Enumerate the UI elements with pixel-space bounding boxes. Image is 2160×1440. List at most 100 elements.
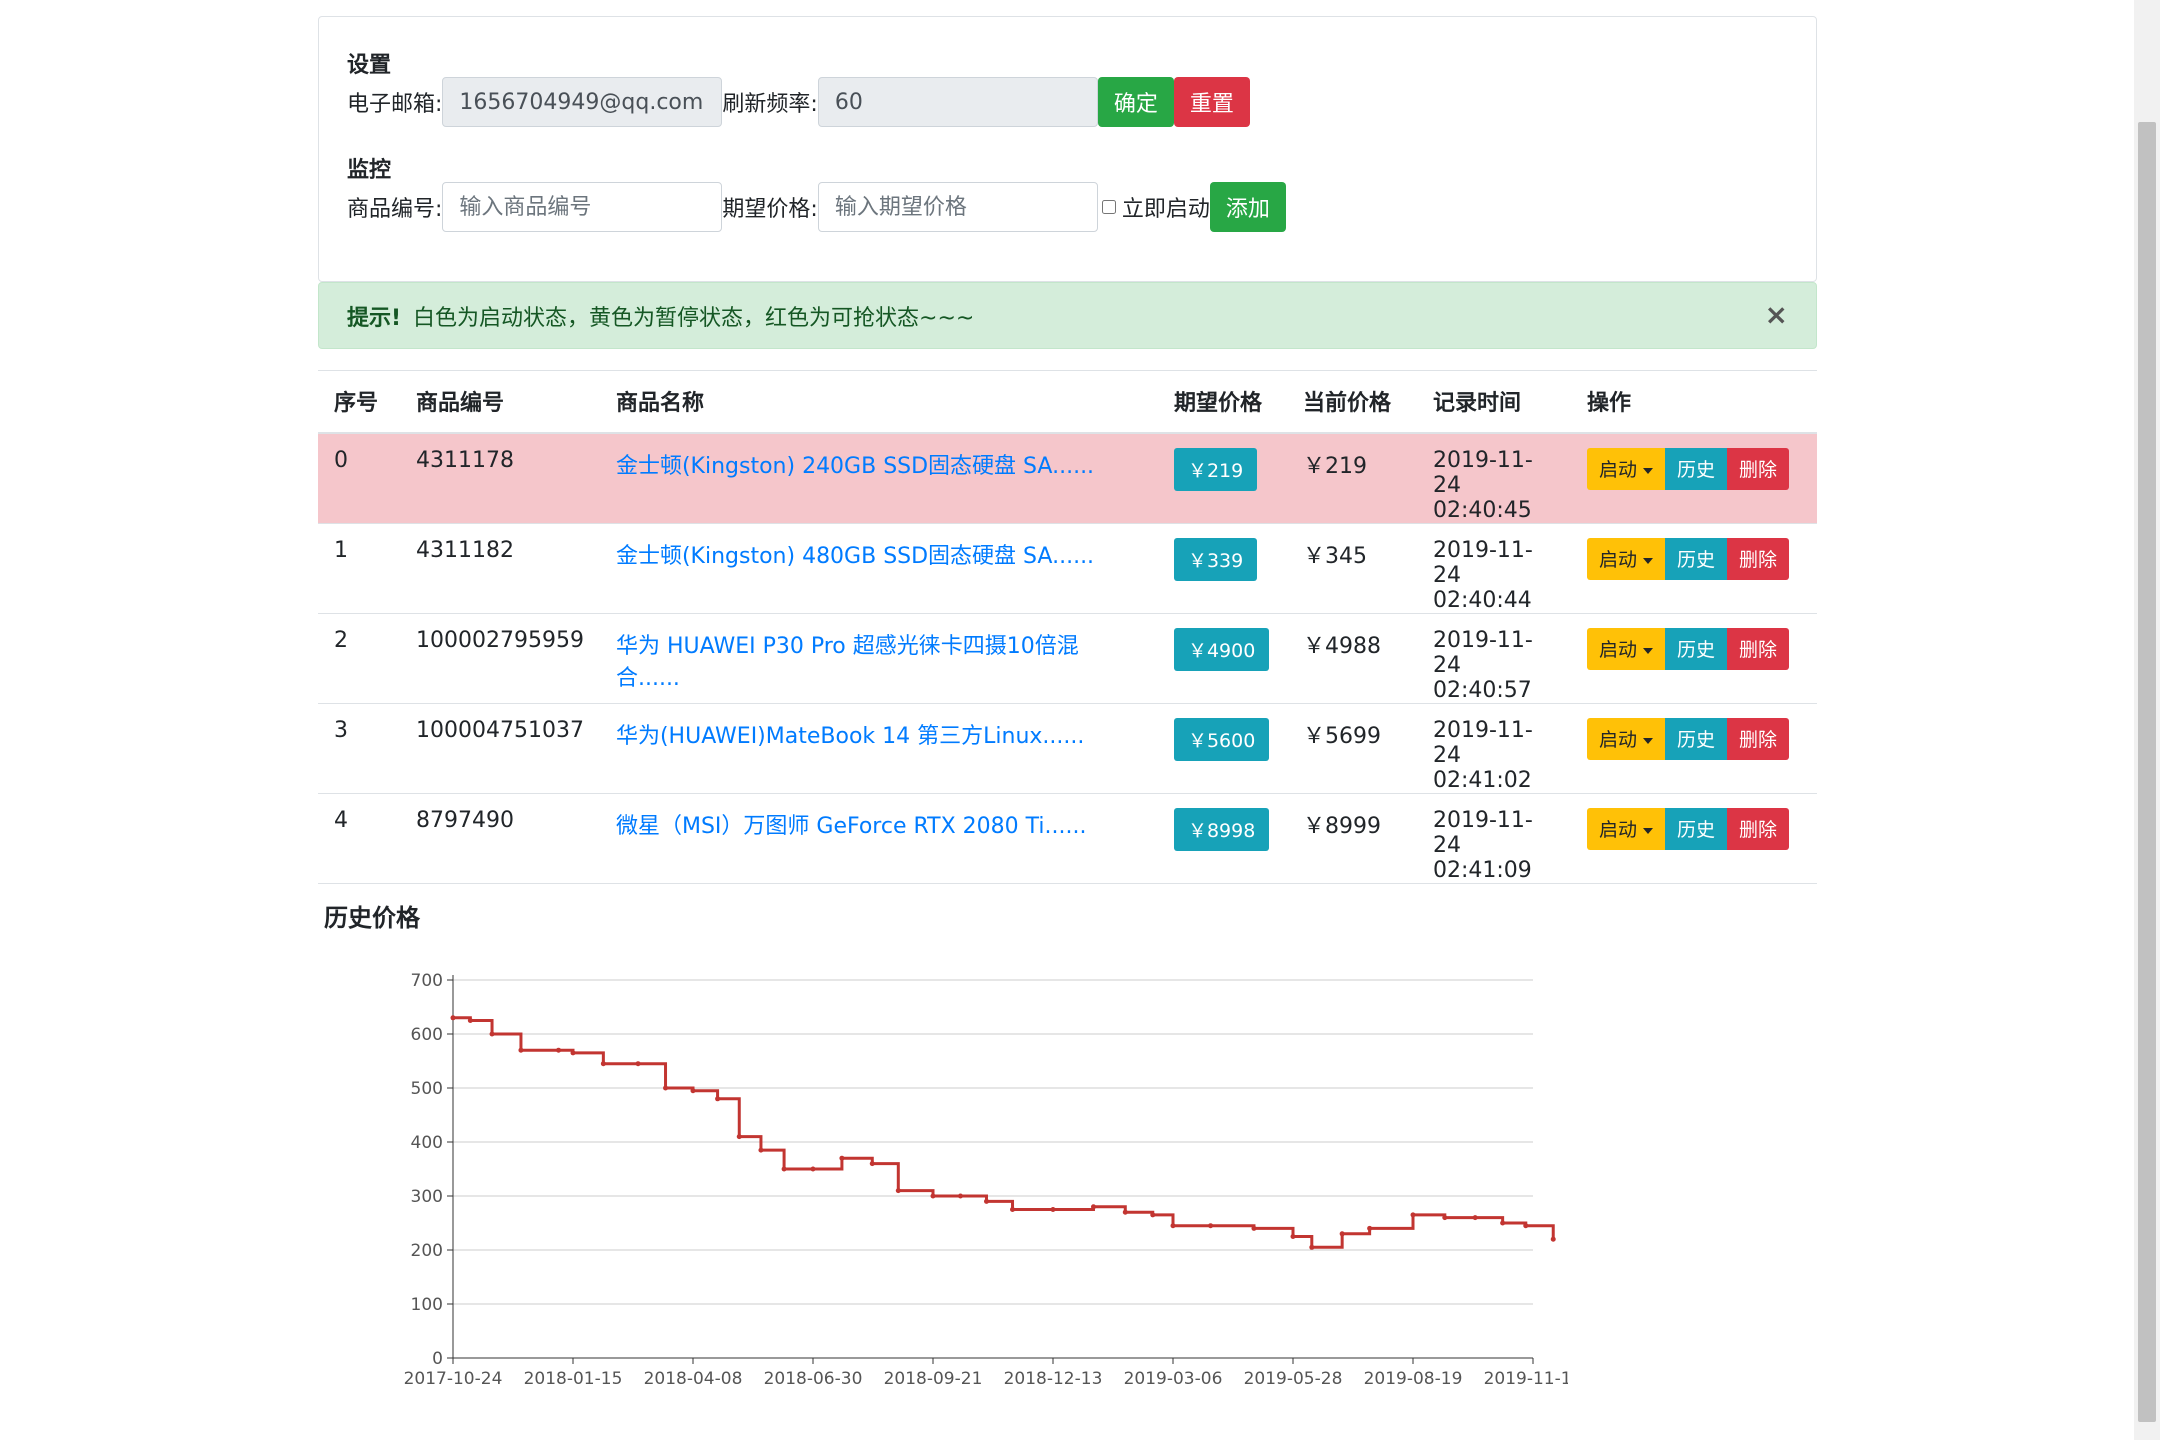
delete-button[interactable]: 删除 bbox=[1727, 807, 1790, 850]
history-button[interactable]: 历史 bbox=[1664, 717, 1727, 760]
price-point bbox=[450, 1015, 456, 1021]
start-dropdown-button[interactable]: 启动 bbox=[1586, 627, 1665, 670]
row-operations: 启动 历史 删除 bbox=[1586, 717, 1801, 760]
item-id-label: 商品编号: bbox=[347, 197, 443, 222]
caret-down-icon bbox=[1642, 737, 1653, 744]
start-dropdown-button[interactable]: 启动 bbox=[1586, 807, 1665, 850]
x-tick-label: 2018-01-15 bbox=[524, 1369, 623, 1389]
row-item-id: 100002795959 bbox=[400, 613, 600, 704]
row-index: 2 bbox=[318, 613, 400, 704]
price-series-line bbox=[453, 1016, 1555, 1249]
row-item-name-link[interactable]: 金士顿(Kingston) 480GB SSD固态硬盘 SA...... bbox=[616, 544, 1094, 569]
email-label: 电子邮箱: bbox=[347, 92, 443, 117]
row-operations: 启动 历史 删除 bbox=[1586, 537, 1801, 580]
price-point bbox=[810, 1166, 816, 1172]
history-button[interactable]: 历史 bbox=[1664, 627, 1727, 670]
row-record-time: 2019-11-24 02:41:09 bbox=[1416, 793, 1571, 884]
row-current-price: ￥345 bbox=[1286, 523, 1417, 614]
item-id-input[interactable] bbox=[442, 182, 723, 232]
row-index: 1 bbox=[318, 523, 400, 614]
row-item-name-link[interactable]: 金士顿(Kingston) 240GB SSD固态硬盘 SA...... bbox=[616, 454, 1094, 479]
row-record-time: 2019-11-24 02:40:57 bbox=[1416, 613, 1571, 704]
y-tick-label: 700 bbox=[411, 971, 443, 991]
reset-button[interactable]: 重置 bbox=[1173, 77, 1250, 127]
x-tick-label: 2018-12-13 bbox=[1004, 1369, 1103, 1389]
row-record-clock: 02:41:09 bbox=[1432, 857, 1532, 883]
delete-button[interactable]: 删除 bbox=[1727, 627, 1790, 670]
row-current-price: ￥4988 bbox=[1286, 613, 1417, 704]
scrollbar-thumb[interactable] bbox=[2138, 122, 2156, 1422]
expected-price-badge: ￥219 bbox=[1173, 447, 1258, 491]
refresh-frequency-field[interactable] bbox=[817, 77, 1098, 127]
table-row: 2 100002795959 华为 HUAWEI P30 Pro 超感光徕卡四摄… bbox=[318, 613, 1817, 704]
scrollbar[interactable] bbox=[2134, 0, 2160, 1440]
start-dropdown-button[interactable]: 启动 bbox=[1586, 537, 1665, 580]
price-point bbox=[1442, 1215, 1448, 1221]
header-item-name: 商品名称 bbox=[599, 370, 1158, 434]
row-record-date: 2019-11-24 bbox=[1432, 447, 1533, 498]
expected-price-label: 期望价格: bbox=[722, 197, 818, 222]
start-label: 启动 bbox=[1598, 549, 1637, 571]
row-operations: 启动 历史 删除 bbox=[1586, 807, 1801, 850]
start-label: 启动 bbox=[1598, 639, 1637, 661]
history-button[interactable]: 历史 bbox=[1664, 807, 1727, 850]
caret-down-icon bbox=[1642, 557, 1653, 564]
table-header-row: 序号 商品编号 商品名称 期望价格 当前价格 记录时间 操作 bbox=[318, 370, 1817, 434]
price-point bbox=[1523, 1223, 1529, 1229]
price-point bbox=[1410, 1212, 1416, 1218]
row-record-time: 2019-11-24 02:41:02 bbox=[1416, 703, 1571, 794]
start-now-checkbox[interactable] bbox=[1101, 200, 1116, 214]
y-tick-label: 200 bbox=[411, 1241, 443, 1261]
start-label: 启动 bbox=[1598, 729, 1637, 751]
expected-price-badge: ￥5600 bbox=[1173, 717, 1270, 761]
price-point bbox=[1208, 1223, 1214, 1229]
price-point bbox=[1500, 1220, 1506, 1226]
price-point bbox=[1290, 1234, 1296, 1239]
price-point bbox=[1050, 1207, 1056, 1212]
price-point bbox=[556, 1047, 562, 1053]
header-index: 序号 bbox=[318, 370, 400, 434]
add-button[interactable]: 添加 bbox=[1209, 182, 1286, 232]
price-point bbox=[690, 1088, 696, 1094]
y-tick-label: 500 bbox=[411, 1079, 443, 1099]
price-point bbox=[1339, 1231, 1345, 1237]
table-row: 0 4311178 金士顿(Kingston) 240GB SSD固态硬盘 SA… bbox=[318, 432, 1817, 524]
start-dropdown-button[interactable]: 启动 bbox=[1586, 447, 1665, 490]
row-record-time: 2019-11-24 02:40:45 bbox=[1416, 432, 1571, 524]
row-item-id: 100004751037 bbox=[400, 703, 600, 794]
close-icon[interactable]: × bbox=[1765, 301, 1788, 329]
price-point bbox=[1010, 1207, 1016, 1212]
row-item-name-link[interactable]: 华为(HUAWEI)MateBook 14 第三方Linux...... bbox=[616, 724, 1084, 749]
confirm-button[interactable]: 确定 bbox=[1097, 77, 1174, 127]
price-point bbox=[663, 1085, 669, 1091]
caret-down-icon bbox=[1642, 827, 1653, 834]
delete-button[interactable]: 删除 bbox=[1727, 537, 1790, 580]
email-field[interactable] bbox=[442, 77, 723, 127]
header-record-time: 记录时间 bbox=[1416, 370, 1571, 434]
x-tick-label: 2018-06-30 bbox=[764, 1369, 863, 1389]
row-record-clock: 02:40:44 bbox=[1432, 587, 1532, 613]
row-item-id: 4311178 bbox=[400, 432, 600, 524]
price-point bbox=[467, 1018, 473, 1023]
header-item-id: 商品编号 bbox=[400, 370, 600, 434]
price-point bbox=[957, 1193, 963, 1199]
delete-button[interactable]: 删除 bbox=[1727, 447, 1790, 490]
y-tick-label: 0 bbox=[432, 1349, 443, 1369]
row-item-name-link[interactable]: 微星（MSI）万图师 GeForce RTX 2080 Ti...... bbox=[616, 814, 1087, 839]
history-button[interactable]: 历史 bbox=[1664, 537, 1727, 580]
price-point bbox=[758, 1147, 764, 1153]
history-price-chart: 0 100 200 300 400 500 600 700 2017-10-24 2018-01-… bbox=[404, 971, 1568, 1389]
history-button[interactable]: 历史 bbox=[1664, 447, 1727, 490]
delete-button[interactable]: 删除 bbox=[1727, 717, 1790, 760]
row-index: 4 bbox=[318, 793, 400, 884]
table-row: 3 100004751037 华为(HUAWEI)MateBook 14 第三方… bbox=[318, 703, 1817, 794]
row-current-price: ￥219 bbox=[1286, 432, 1417, 524]
row-index: 3 bbox=[318, 703, 400, 794]
row-record-date: 2019-11-24 bbox=[1432, 627, 1533, 678]
price-point bbox=[1472, 1215, 1478, 1221]
start-dropdown-button[interactable]: 启动 bbox=[1586, 717, 1665, 760]
monitor-table: 序号 商品编号 商品名称 期望价格 当前价格 记录时间 操作 0 4311178… bbox=[318, 370, 1817, 884]
table-row: 4 8797490 微星（MSI）万图师 GeForce RTX 2080 Ti… bbox=[318, 793, 1817, 884]
expected-price-input[interactable] bbox=[817, 182, 1098, 232]
row-item-name-link[interactable]: 华为 HUAWEI P30 Pro 超感光徕卡四摄10倍混合...... bbox=[616, 634, 1079, 691]
